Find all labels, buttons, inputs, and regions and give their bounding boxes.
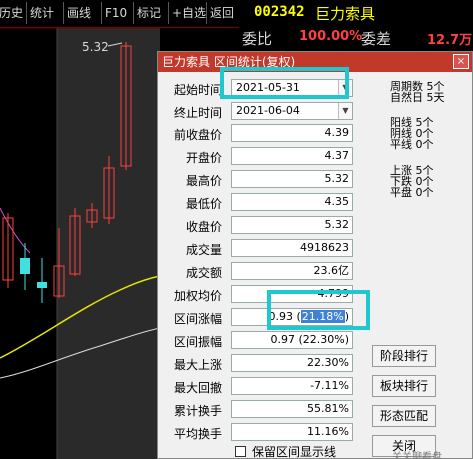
history-button[interactable]: 历史 — [0, 2, 26, 24]
max-drawdown-value: -7.11% — [231, 377, 353, 395]
cumulative-turnover-value: 55.81% — [231, 400, 353, 418]
sector-ranking-button[interactable]: 板块排行 — [372, 375, 436, 397]
stock-code: 002342 — [254, 4, 305, 20]
gain-annotation-box — [267, 290, 370, 330]
weibi-label: 委比 — [242, 30, 273, 48]
open-price-value: 4.37 — [231, 147, 353, 165]
flat-line-text: 平线 0个 — [390, 138, 434, 151]
prev-close-label: 前收盘价 — [173, 128, 222, 142]
high-price-label: 5.32 — [82, 40, 109, 54]
interval-gain-label: 区间涨幅 — [173, 312, 222, 326]
weibi-value: 100.00% — [299, 29, 363, 44]
interval-amplitude-value: 0.97 (22.30%) — [231, 331, 353, 349]
max-rise-value: 22.30% — [231, 354, 353, 372]
statistics-button[interactable]: 统计 — [26, 2, 57, 24]
open-price-label: 开盘价 — [185, 151, 222, 165]
mark-button[interactable]: 标记 — [133, 2, 164, 24]
draw-line-button[interactable]: 画线 — [63, 2, 94, 24]
top-toolbar: 历史 统计 画线 F10 标记 +自选 返回 — [0, 0, 239, 28]
stock-software-window: 历史 统计 画线 F10 标记 +自选 返回 002342 巨力索具 委比 10… — [0, 0, 473, 459]
max-drawdown-label: 最大回撤 — [173, 381, 222, 395]
stock-name: 巨力索具 — [315, 5, 376, 23]
weicha-label: 委差 — [361, 30, 392, 48]
back-button[interactable]: 返回 — [206, 2, 237, 24]
end-time-label: 终止时间 — [173, 106, 222, 120]
interval-stats-dialog: 巨力索具 区间统计(复权) × 起始时间 2021-05-31 ▼ 终止时间 2… — [157, 51, 473, 459]
chevron-down-icon[interactable]: ▼ — [338, 103, 352, 119]
stage-ranking-button[interactable]: 阶段排行 — [372, 345, 436, 367]
dialog-close-button[interactable]: × — [453, 54, 469, 69]
selected-range-highlight — [57, 28, 160, 459]
high-price-value: 5.32 — [231, 170, 353, 188]
avg-turnover-value: 11.16% — [231, 423, 353, 441]
f10-button[interactable]: F10 — [101, 2, 130, 24]
start-date-annotation-box — [220, 67, 349, 99]
avg-turnover-label: 平均换手 — [173, 427, 222, 441]
close-price-value: 5.32 — [231, 216, 353, 234]
end-date-picker[interactable]: 2021-06-04 ▼ — [231, 102, 353, 120]
candlestick-chart[interactable]: 5.32 — [0, 28, 160, 459]
start-time-label: 起始时间 — [173, 83, 222, 97]
keep-range-line-label: 保留区间显示线 — [252, 445, 337, 459]
stock-header: 002342 巨力索具 — [239, 0, 473, 27]
watermark-text: 关关聊看盘 — [392, 452, 442, 459]
quote-row: 委比 100.00% 委差 12.7万 — [239, 27, 473, 49]
pattern-match-button[interactable]: 形态匹配 — [372, 405, 436, 427]
low-price-label: 最低价 — [185, 197, 222, 211]
prev-close-value: 4.39 — [231, 124, 353, 142]
keep-range-line-checkbox[interactable] — [235, 446, 246, 457]
close-price-label: 收盘价 — [185, 220, 222, 234]
max-rise-label: 最大上涨 — [173, 358, 222, 372]
low-price-value: 4.35 — [231, 193, 353, 211]
volume-label: 成交量 — [185, 243, 222, 257]
weicha-value: 12.7万 — [427, 33, 473, 48]
volume-value: 4918623 — [231, 239, 353, 257]
high-price-label-row: 最高价 — [185, 174, 222, 188]
add-watchlist-button[interactable]: +自选 — [168, 2, 209, 24]
turnover-amount-label: 成交额 — [185, 266, 222, 280]
interval-amplitude-label: 区间振幅 — [173, 335, 222, 349]
cumulative-turnover-label: 累计换手 — [173, 404, 222, 418]
end-date-value: 2021-06-04 — [236, 104, 300, 117]
weighted-avg-label: 加权均价 — [173, 289, 222, 303]
natural-days-text: 自然日 5天 — [390, 91, 445, 104]
flat-count-text: 平盘 0个 — [390, 186, 434, 199]
turnover-amount-value: 23.6亿 — [231, 262, 353, 280]
